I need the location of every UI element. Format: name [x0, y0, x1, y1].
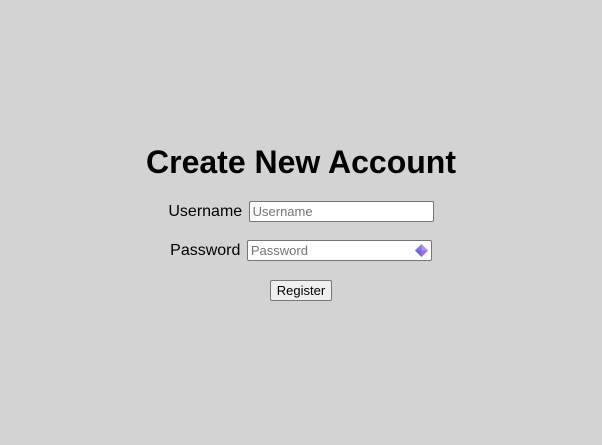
register-button[interactable]: Register — [269, 280, 333, 301]
password-manager-icon[interactable] — [414, 243, 429, 258]
username-field-wrap — [248, 201, 434, 222]
password-field-wrap — [246, 240, 432, 261]
username-input[interactable] — [248, 201, 434, 222]
username-row: Username — [0, 201, 602, 222]
submit-row: Register — [0, 280, 602, 301]
page-title: Create New Account — [146, 144, 456, 180]
password-label: Password — [170, 241, 241, 259]
password-input[interactable] — [246, 240, 432, 261]
username-label: Username — [168, 202, 243, 220]
page: Create New Account Username Password — [0, 0, 602, 445]
password-row: Password — [0, 240, 602, 261]
